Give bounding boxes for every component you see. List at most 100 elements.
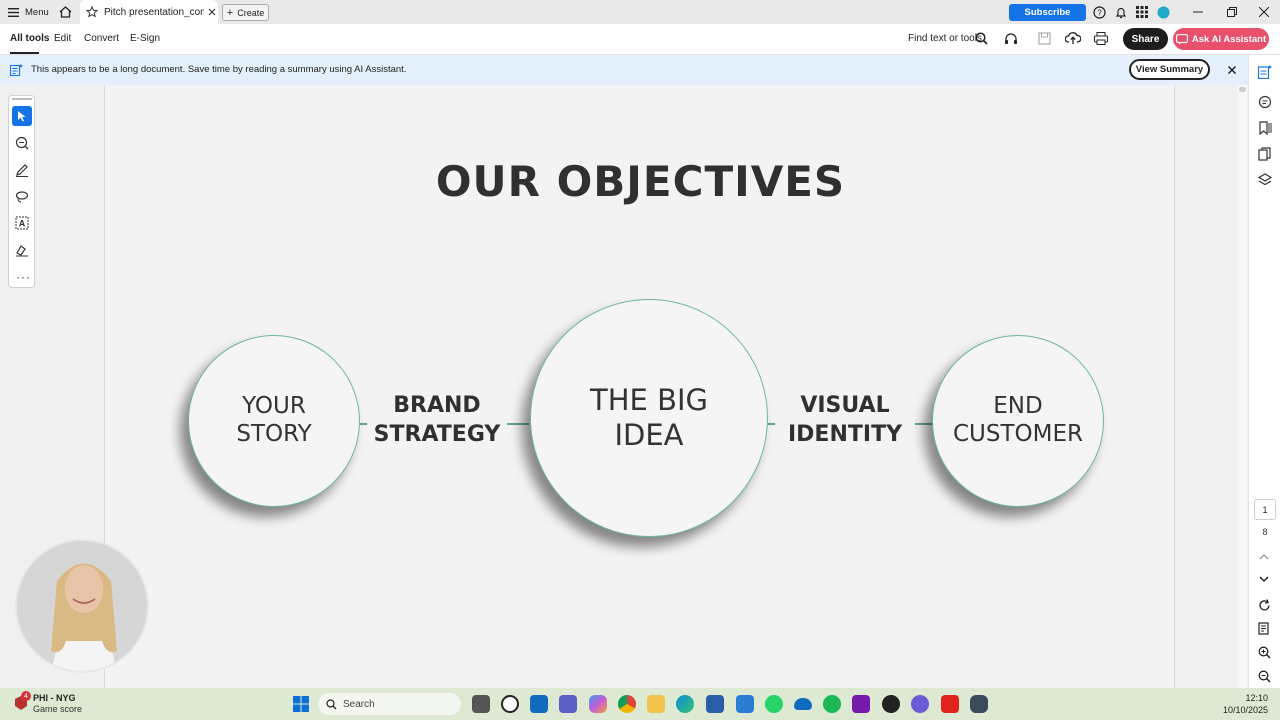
ask-ai-assistant-button[interactable]: Ask AI Assistant — [1173, 28, 1269, 50]
menu-edit[interactable]: Edit — [54, 33, 71, 44]
onedrive-icon[interactable] — [794, 698, 812, 710]
print-icon[interactable] — [1094, 32, 1108, 45]
vertical-scrollbar[interactable] — [1238, 85, 1247, 688]
weather-title[interactable]: PHI - NYG — [33, 693, 76, 703]
app-icon[interactable] — [970, 695, 988, 713]
help-icon[interactable]: ? — [1093, 3, 1106, 21]
settings-gear-icon[interactable] — [911, 695, 929, 713]
cloud-upload-icon[interactable] — [1065, 31, 1081, 45]
whatsapp-icon[interactable] — [765, 695, 783, 713]
palette-drag-handle[interactable] — [12, 98, 32, 100]
banner-message: This appears to be a long document. Save… — [31, 64, 407, 75]
select-tool-button[interactable] — [12, 106, 32, 126]
taskbar-search-box[interactable]: Search — [318, 693, 461, 715]
clock-date[interactable]: 10/10/2025 — [1210, 705, 1268, 715]
quick-tools-palette: A ··· — [8, 95, 35, 288]
document-viewport[interactable]: OUR OBJECTIVES BRAND STRATEGY VISUAL IDE… — [0, 85, 1248, 688]
comments-panel-icon[interactable] — [1258, 95, 1272, 109]
subscribe-button[interactable]: Subscribe — [1009, 4, 1086, 21]
right-sidebar: 1 8 — [1248, 55, 1280, 688]
search-placeholder: Search — [343, 698, 375, 710]
onenote-icon[interactable] — [852, 695, 870, 713]
bell-icon[interactable] — [1115, 3, 1127, 21]
webcam-overlay[interactable] — [15, 539, 149, 673]
ai-summary-panel-icon[interactable] — [1258, 65, 1272, 79]
acrobat-icon[interactable] — [941, 695, 959, 713]
zoom-out-icon[interactable] — [1258, 670, 1271, 683]
document-tab[interactable]: Pitch presentation_com... — [80, 0, 218, 24]
task-view-icon[interactable] — [472, 695, 490, 713]
circle-end-customer: END CUSTOMER — [932, 335, 1104, 507]
minimize-icon[interactable] — [1193, 3, 1203, 21]
edge-icon[interactable] — [676, 695, 694, 713]
clock-time[interactable]: 12:10 — [1210, 693, 1268, 703]
chrome-icon[interactable] — [618, 695, 636, 713]
share-button[interactable]: Share — [1123, 28, 1168, 50]
cursor-icon — [17, 110, 27, 122]
store-icon[interactable] — [706, 695, 724, 713]
star-icon[interactable] — [86, 6, 98, 18]
comment-tool-icon[interactable] — [15, 136, 29, 150]
connector-label-visual-identity: VISUAL IDENTITY — [775, 392, 915, 450]
pdf-page: OUR OBJECTIVES BRAND STRATEGY VISUAL IDE… — [104, 85, 1175, 688]
more-tools-icon[interactable]: ··· — [16, 270, 31, 284]
current-page-input[interactable]: 1 — [1254, 499, 1276, 520]
hamburger-icon — [8, 7, 19, 17]
layers-panel-icon[interactable] — [1258, 173, 1272, 187]
close-window-icon[interactable] — [1259, 3, 1269, 21]
presenter-video — [17, 541, 147, 671]
apps-grid-icon[interactable] — [1136, 3, 1148, 21]
main-toolbar: All tools Edit Convert E-Sign Find text … — [0, 24, 1280, 55]
search-icon[interactable] — [975, 32, 988, 45]
pen-tool-icon[interactable] — [15, 163, 29, 177]
svg-text:?: ? — [1097, 8, 1102, 17]
outlook-icon[interactable] — [530, 695, 548, 713]
total-pages: 8 — [1262, 527, 1268, 537]
menu-esign[interactable]: E-Sign — [130, 33, 160, 44]
view-summary-button[interactable]: View Summary — [1129, 59, 1210, 80]
home-button[interactable] — [59, 3, 72, 21]
page-up-icon[interactable] — [1259, 553, 1269, 560]
scrollbar-thumb[interactable] — [1239, 87, 1246, 92]
close-tab-icon[interactable] — [208, 8, 216, 16]
document-summary-icon — [10, 64, 23, 76]
file-explorer-icon[interactable] — [647, 695, 665, 713]
windows-taskbar: 4 PHI - NYG Game score Search 12:10 10/1… — [0, 688, 1280, 720]
menu-button[interactable]: Menu — [8, 3, 49, 21]
spotify-icon[interactable] — [823, 695, 841, 713]
page-options-icon[interactable] — [1258, 622, 1271, 635]
ai-assistant-icon — [1175, 33, 1188, 45]
plus-icon: + — [226, 6, 234, 19]
zoom-in-icon[interactable] — [1258, 646, 1271, 659]
circle-label: END CUSTOMER — [952, 393, 1083, 447]
close-banner-icon[interactable] — [1228, 66, 1236, 74]
refresh-icon[interactable] — [1258, 599, 1271, 612]
create-button[interactable]: + Create — [222, 4, 269, 21]
menu-all-tools[interactable]: All tools — [10, 33, 49, 44]
restore-icon[interactable] — [1227, 3, 1237, 21]
save-icon[interactable] — [1038, 32, 1051, 45]
title-bar: Menu Pitch presentation_com... + Create … — [0, 0, 1280, 24]
page-down-icon[interactable] — [1259, 576, 1269, 583]
pages-panel-icon[interactable] — [1258, 147, 1272, 161]
svg-text:A: A — [19, 219, 26, 229]
text-box-tool-icon[interactable]: A — [15, 216, 29, 230]
menu-label: Menu — [25, 6, 49, 18]
teams-icon[interactable] — [559, 695, 577, 713]
windows-start-icon[interactable] — [293, 696, 309, 712]
headphones-icon[interactable] — [1004, 32, 1018, 45]
menu-convert[interactable]: Convert — [84, 33, 119, 44]
bookmarks-panel-icon[interactable] — [1258, 121, 1272, 135]
circle-label: THE BIG IDEA — [590, 383, 708, 452]
find-text-label[interactable]: Find text or tools — [908, 33, 982, 44]
fill-sign-tool-icon[interactable] — [15, 243, 29, 257]
ask-ai-label: Ask AI Assistant — [1191, 33, 1267, 45]
create-label: Create — [237, 7, 265, 18]
media-player-icon[interactable] — [882, 695, 900, 713]
todo-icon[interactable] — [736, 695, 754, 713]
circle-label: YOUR STORY — [236, 393, 312, 447]
chatgpt-icon[interactable] — [501, 695, 519, 713]
profile-avatar[interactable] — [1157, 3, 1170, 21]
lasso-tool-icon[interactable] — [15, 190, 29, 204]
copilot-icon[interactable] — [589, 695, 607, 713]
